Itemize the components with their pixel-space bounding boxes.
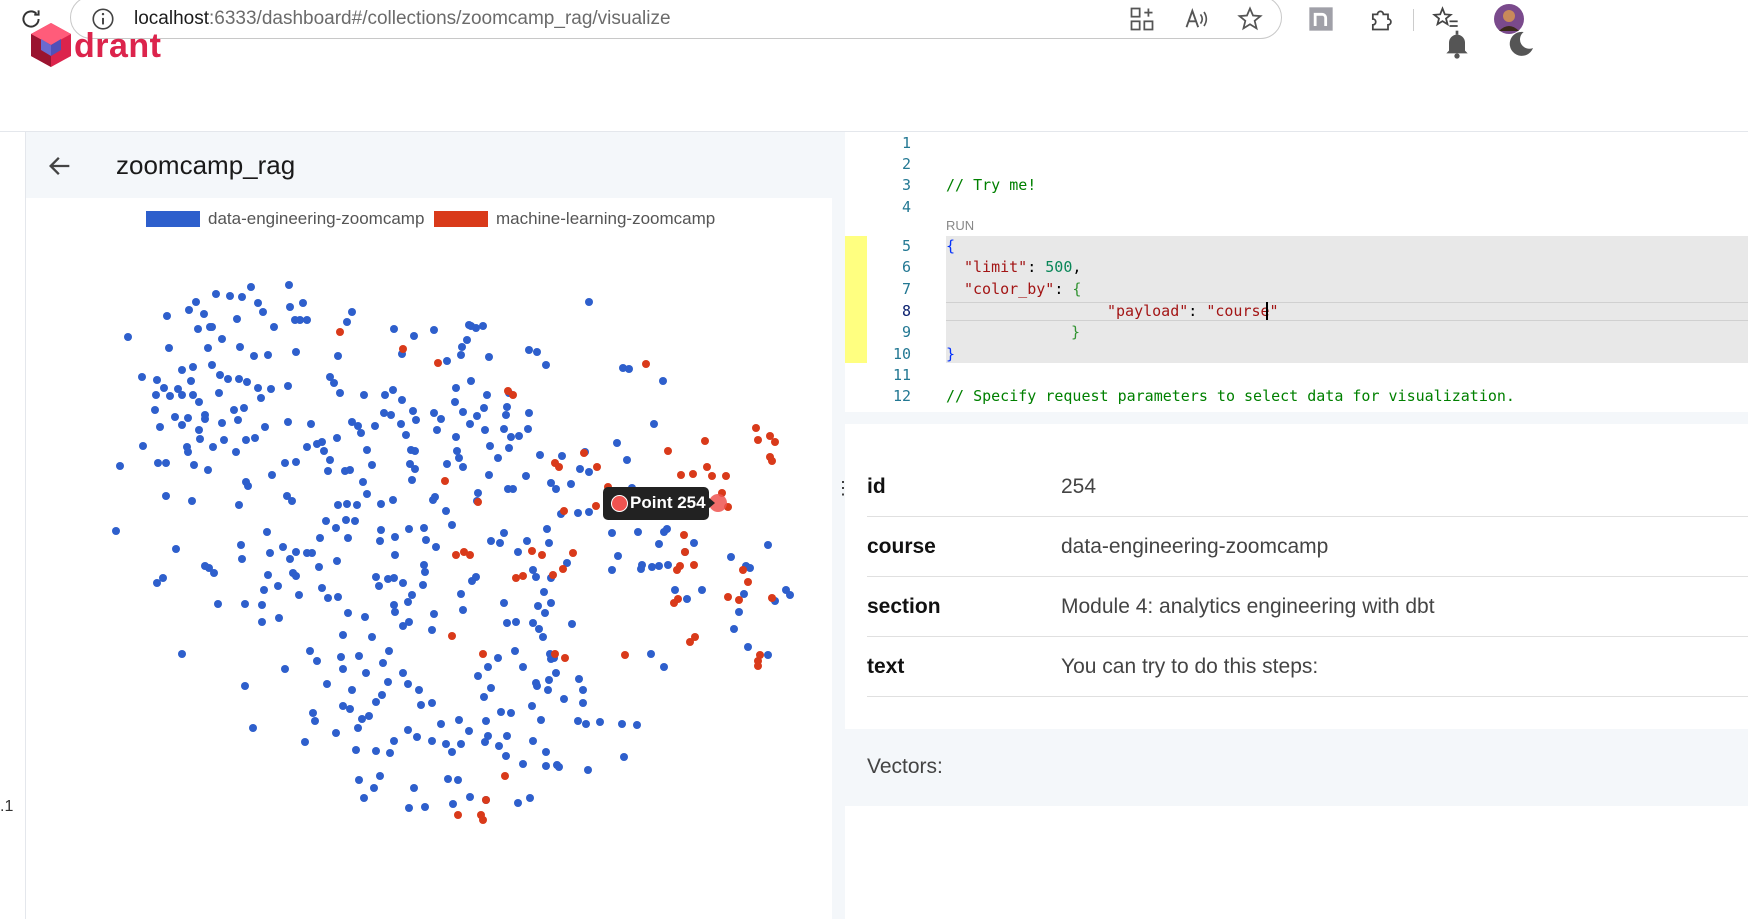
line-number: 11 [892,366,911,384]
run-button[interactable]: RUN [946,218,974,233]
code-limit-value: 500 [1045,258,1073,276]
line-number: 8 [901,302,911,320]
logo-text[interactable]: drant [74,27,162,66]
code-inner-brace-close: } [1071,323,1081,341]
extension-n-icon[interactable] [1307,5,1335,33]
line-number: 3 [901,176,911,194]
url-text[interactable]: localhost:6333/dashboard#/collections/zo… [134,8,671,30]
editor-gutter-highlight [845,236,867,363]
vectors-label: Vectors: [867,755,943,778]
code-line-payload: "payload": "course" [1107,302,1279,320]
line-number: 12 [892,387,911,405]
extensions-puzzle-icon[interactable] [1367,5,1395,33]
favorite-star-icon[interactable] [1236,5,1264,33]
payload-value-course: data-engineering-zoomcamp [1061,535,1329,558]
payload-value-section: Module 4: analytics engineering with dbt [1061,595,1435,618]
edge-version-text: .1 [0,798,14,815]
collection-title: zoomcamp_rag [116,150,296,180]
row-divider [867,516,1748,517]
code-payload-key: "payload" [1107,302,1189,320]
legend-label-data-engineering[interactable]: data-engineering-zoomcamp [208,209,424,229]
code-brace-close: } [946,345,956,363]
legend-swatch-machine-learning[interactable] [434,211,488,227]
code-line-color-by: "color_by": { [964,280,1082,298]
code-limit-key: "limit" [964,258,1028,276]
code-brace-open: { [946,237,956,255]
back-arrow-icon[interactable] [46,152,74,180]
line-number: 1 [901,134,911,152]
vectors-card [845,806,1748,919]
payload-key-text: text [867,655,905,678]
payload-value-text: You can try to do this steps: [1061,655,1319,678]
line-number: 5 [901,237,911,255]
code-line-limit: "limit": 500, [964,258,1082,276]
panel-splitter[interactable] [832,132,845,919]
read-aloud-icon[interactable] [1183,5,1211,33]
legend-swatch-data-engineering[interactable] [146,211,200,227]
app-available-icon[interactable] [1128,5,1156,33]
payload-key-section: section [867,595,941,618]
legend-label-machine-learning[interactable]: machine-learning-zoomcamp [496,209,715,229]
tooltip-pointer [708,497,715,509]
tooltip-text: Point 254 [630,493,706,512]
code-color-by-key: "color_by" [964,280,1055,298]
line-number: 9 [901,323,911,341]
tooltip-color-dot [611,495,628,512]
line-number: 6 [901,258,911,276]
visualization-panel [26,132,832,919]
row-divider [867,696,1748,697]
line-number: 4 [901,198,911,216]
line-number: 10 [892,345,911,363]
line-number: 7 [901,280,911,298]
payload-key-id: id [867,475,886,498]
code-comment-try-me: // Try me! [946,176,1037,194]
runnable-code-block[interactable] [946,236,1748,363]
row-divider [867,576,1748,577]
payload-key-course: course [867,535,936,558]
line-number: 2 [901,155,911,173]
qdrant-logo-icon[interactable] [30,22,72,68]
payload-value-id: 254 [1061,475,1097,498]
dark-mode-moon-icon[interactable] [1505,28,1537,60]
notifications-bell-icon[interactable] [1441,28,1473,60]
code-inner-brace-open: { [1072,280,1082,298]
url-host: localhost [134,8,209,29]
code-comment-specify: // Specify request parameters to select … [946,387,1515,405]
text-cursor [1266,302,1268,320]
url-path: :6333/dashboard#/collections/zoomcamp_ra… [209,8,671,29]
toolbar-divider [1413,9,1414,31]
app-header [0,44,1748,132]
row-divider [867,636,1748,637]
current-line-highlight [946,302,1748,321]
